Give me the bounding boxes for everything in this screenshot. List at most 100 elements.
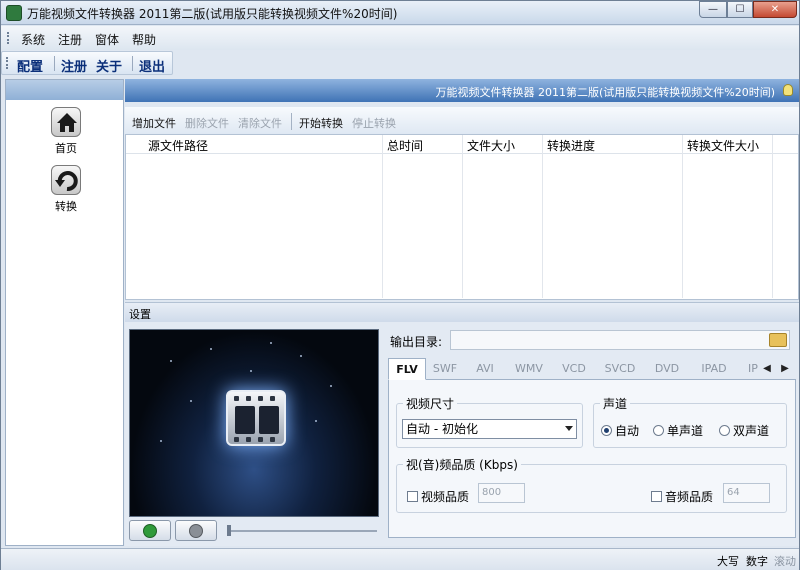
- audio-quality-label: 音频品质: [665, 490, 714, 504]
- video-size-select[interactable]: 自动 - 初始化: [402, 419, 577, 439]
- convert-icon: [51, 165, 81, 195]
- toolbar-divider: [54, 56, 55, 71]
- channel-auto-radio[interactable]: 自动: [601, 422, 639, 439]
- menu-grip-icon: [7, 32, 10, 44]
- status-bar: 大写 数字 滚动: [1, 548, 799, 570]
- quality-label: 视(音)频品质 (Kbps): [403, 456, 521, 473]
- tab-wmv[interactable]: WMV: [508, 358, 550, 380]
- sidebar-item-home[interactable]: 首页: [36, 107, 96, 156]
- audio-quality-input[interactable]: 64: [723, 483, 770, 503]
- toolbar-divider: [132, 56, 133, 71]
- column-header[interactable]: 源文件路径: [148, 137, 208, 154]
- tab-avi[interactable]: AVI: [468, 358, 502, 380]
- film-icon: [226, 390, 286, 446]
- file-table[interactable]: 源文件路径 总时间 文件大小 转换进度 转换文件大小: [125, 135, 799, 300]
- delete-file-button[interactable]: 删除文件: [185, 115, 229, 131]
- video-quality-input[interactable]: 800: [478, 483, 525, 503]
- output-dir-label: 输出目录:: [390, 335, 443, 349]
- star-dot: [270, 342, 272, 344]
- column-output-size: 转换文件大小: [683, 135, 773, 298]
- banner: 万能视频文件转换器 2011第二版(试用版只能转换视频文件%20时间): [125, 79, 799, 102]
- title-bar: 万能视频文件转换器 2011第二版(试用版只能转换视频文件%20时间) — ☐ …: [1, 1, 799, 25]
- lightbulb-icon[interactable]: [783, 84, 793, 96]
- tab-flv[interactable]: FLV: [388, 358, 426, 380]
- radio-icon: [653, 425, 664, 436]
- stop-convert-button[interactable]: 停止转换: [352, 115, 396, 131]
- checkbox-icon: [651, 491, 662, 502]
- star-dot: [190, 400, 192, 402]
- checkbox-icon: [407, 491, 418, 502]
- app-window: 万能视频文件转换器 2011第二版(试用版只能转换视频文件%20时间) — ☐ …: [0, 0, 800, 570]
- format-tabs: FLV SWF AVI WMV VCD SVCD DVD IPAD IP ◀ ▶: [388, 358, 796, 380]
- start-convert-button[interactable]: 开始转换: [299, 115, 343, 131]
- minimize-button[interactable]: —: [699, 1, 727, 18]
- settings-title: 设置: [129, 308, 151, 321]
- flv-settings: 视频尺寸 自动 - 初始化 声道 自动 单声道 双声道 视(音)频品质 (Kbp…: [388, 380, 796, 538]
- star-dot: [160, 440, 162, 442]
- tab-swf[interactable]: SWF: [428, 358, 462, 380]
- menu-system[interactable]: 系统: [21, 31, 45, 48]
- scroll-lock-indicator: 滚动: [774, 555, 796, 568]
- stop-button[interactable]: [175, 520, 217, 541]
- column-header[interactable]: 转换进度: [547, 137, 595, 154]
- channel-label: 声道: [600, 395, 631, 412]
- column-total-time: 总时间: [383, 135, 463, 298]
- register-button[interactable]: 注册: [61, 56, 87, 75]
- sidebar: 首页 转换: [5, 79, 124, 546]
- channel-auto-label: 自动: [615, 424, 640, 438]
- window-title: 万能视频文件转换器 2011第二版(试用版只能转换视频文件%20时间): [27, 7, 398, 21]
- slider-thumb[interactable]: [227, 525, 231, 536]
- video-quality-checkbox[interactable]: 视频品质: [407, 488, 469, 505]
- menu-register[interactable]: 注册: [58, 31, 82, 48]
- banner-title: 万能视频文件转换器 2011第二版(试用版只能转换视频文件%20时间): [435, 86, 775, 99]
- caps-lock-indicator: 大写: [717, 555, 739, 568]
- column-header[interactable]: 总时间: [387, 137, 423, 154]
- config-button[interactable]: 配置: [17, 56, 43, 75]
- tab-dvd[interactable]: DVD: [648, 358, 686, 380]
- sidebar-header: [6, 80, 123, 100]
- menu-window[interactable]: 窗体: [95, 31, 119, 48]
- column-source-path: 源文件路径: [126, 135, 383, 298]
- maximize-button[interactable]: ☐: [727, 1, 753, 18]
- tab-scroll-right-icon[interactable]: ▶: [774, 358, 796, 379]
- add-file-button[interactable]: 增加文件: [132, 115, 176, 131]
- stop-icon: [189, 524, 203, 538]
- channel-stereo-label: 双声道: [733, 424, 770, 438]
- channel-mono-label: 单声道: [667, 424, 704, 438]
- star-dot: [330, 385, 332, 387]
- exit-button[interactable]: 退出: [139, 56, 165, 75]
- audio-quality-checkbox[interactable]: 音频品质: [651, 488, 713, 505]
- close-button[interactable]: ✕: [753, 1, 797, 18]
- sidebar-item-label: 首页: [55, 142, 77, 155]
- output-dir-input[interactable]: [450, 330, 790, 350]
- play-button[interactable]: [129, 520, 171, 541]
- clear-files-button[interactable]: 清除文件: [238, 115, 282, 131]
- radio-selected-icon: [601, 425, 612, 436]
- video-quality-label: 视频品质: [421, 490, 470, 504]
- home-icon: [51, 107, 81, 137]
- menu-bar: 系统 注册 窗体 帮助: [1, 26, 799, 50]
- channel-mono-radio[interactable]: 单声道: [653, 422, 703, 439]
- tab-ipad[interactable]: IPAD: [692, 358, 736, 380]
- tab-vcd[interactable]: VCD: [556, 358, 592, 380]
- main-toolbar: 配置 注册 关于 退出: [1, 51, 173, 75]
- star-dot: [170, 360, 172, 362]
- star-dot: [315, 420, 317, 422]
- file-toolbar: 增加文件 删除文件 清除文件 开始转换 停止转换: [125, 107, 799, 135]
- toolbar-divider: [291, 113, 292, 130]
- video-size-label: 视频尺寸: [403, 395, 458, 412]
- sidebar-item-convert[interactable]: 转换: [36, 165, 96, 214]
- column-file-size: 文件大小: [463, 135, 543, 298]
- tab-svcd[interactable]: SVCD: [598, 358, 642, 380]
- video-preview: [129, 329, 379, 517]
- channel-stereo-radio[interactable]: 双声道: [719, 422, 769, 439]
- menu-help[interactable]: 帮助: [132, 31, 156, 48]
- num-lock-indicator: 数字: [746, 555, 768, 568]
- settings-header: 设置: [125, 302, 799, 322]
- column-header[interactable]: 文件大小: [467, 137, 515, 154]
- video-size-value: 自动 - 初始化: [406, 422, 478, 436]
- folder-icon[interactable]: [769, 333, 787, 347]
- column-header[interactable]: 转换文件大小: [687, 137, 759, 154]
- about-button[interactable]: 关于: [96, 56, 122, 75]
- playback-slider[interactable]: [227, 525, 377, 536]
